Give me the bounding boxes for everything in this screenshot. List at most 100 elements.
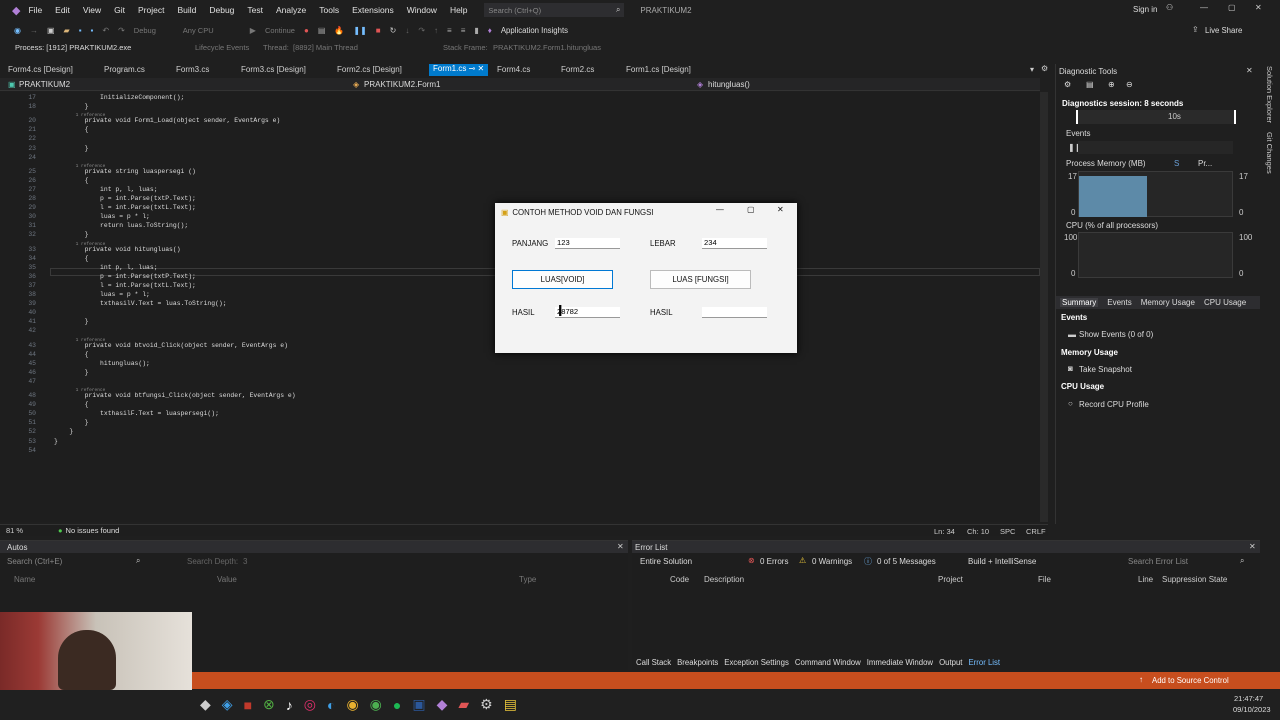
zoom-out-icon[interactable]: ⊖ [1126,80,1133,89]
record-cpu-link[interactable]: Record CPU Profile [1079,400,1149,409]
tab-cpu-usage[interactable]: CPU Usage [1204,298,1246,307]
live-share-icon[interactable]: ⇪ [1192,25,1199,34]
visual-studio-icon[interactable]: ◆ [437,696,448,713]
tab-events[interactable]: Events [1107,298,1131,307]
insights-button[interactable]: Application Insights [501,26,568,35]
menu-tools[interactable]: Tools [319,5,339,15]
tab-program[interactable]: Program.cs [104,65,145,74]
search-box[interactable]: Search (Ctrl+Q) ⌕ [484,3,625,17]
sign-in-link[interactable]: Sign in [1133,5,1157,14]
editor-scrollbar[interactable] [1040,92,1048,522]
tab-form1-design[interactable]: Form1.cs [Design] [626,65,691,74]
nav-project[interactable]: PRAKTIKUM2 [19,80,70,89]
chrome-icon[interactable]: ◉ [346,696,358,713]
luas-void-button[interactable]: LUAS[VOID] [512,270,613,289]
tab-immediate-window[interactable]: Immediate Window [867,658,933,667]
settings-icon[interactable]: ⚙ [1041,64,1048,73]
build-filter[interactable]: Build + IntelliSense [968,557,1036,566]
git-changes-tab[interactable]: Git Changes [1265,132,1274,174]
errors-filter[interactable]: 0 Errors [760,557,788,566]
chrome-2-icon[interactable]: ◉ [370,696,382,713]
tab-exception-settings[interactable]: Exception Settings [724,658,789,667]
stack-frame-select[interactable]: PRAKTIKUM2.Form1.hitungluas [493,43,601,52]
menu-analyze[interactable]: Analyze [276,5,306,15]
spotify-icon[interactable]: ● [393,697,401,713]
settings-taskbar-icon[interactable]: ⚙ [480,696,493,713]
tab-form2-design[interactable]: Form2.cs [Design] [337,65,402,74]
app-1-icon[interactable]: ◆ [200,696,211,713]
tab-summary[interactable]: Summary [1060,298,1099,307]
zoom-in-icon[interactable]: ⊕ [1108,80,1115,89]
menu-project[interactable]: Project [138,5,164,15]
new-item-icon[interactable]: ▣ [47,26,55,35]
continue-icon[interactable]: ▶ [250,26,256,35]
add-source-control[interactable]: Add to Source Control [1152,676,1229,685]
tab-form4[interactable]: Form4.cs [497,65,530,74]
instagram-icon[interactable]: ◎ [304,696,316,713]
undo-icon[interactable]: ↶ [102,26,109,35]
live-share-button[interactable]: Live Share [1205,26,1242,35]
open-icon[interactable]: ▰ [64,26,70,35]
solution-explorer-tab[interactable]: Solution Explorer [1265,66,1274,123]
config-select[interactable]: Debug [134,26,174,35]
tab-output[interactable]: Output [939,658,962,667]
save-all-icon[interactable]: ▪ [91,26,94,35]
edge-icon[interactable]: ◐ [327,697,335,713]
pin-icon[interactable]: ⊸ [469,64,476,73]
maximize-icon[interactable]: ▢ [1228,3,1236,12]
xbox-icon[interactable]: ⊗ [263,696,275,713]
menu-build[interactable]: Build [177,5,196,15]
menu-help[interactable]: Help [450,5,467,15]
vscode-icon[interactable]: ◈ [222,696,233,713]
forward-icon[interactable]: → [30,26,38,35]
menu-test[interactable]: Test [247,5,263,15]
scope-select[interactable]: Entire Solution [640,557,692,566]
nav-class[interactable]: PRAKTIKUM2.Form1 [364,80,440,89]
zoom-level[interactable]: 81 % [6,526,58,535]
bookmark-icon[interactable]: ▮ [474,26,478,35]
cpu-header[interactable]: CPU (% of all processors) [1066,221,1158,230]
close-icon[interactable]: ✕ [1255,3,1262,12]
app-13-icon[interactable]: ▰ [458,696,469,713]
tab-close-icon[interactable]: ✕ [478,64,485,73]
restart-icon[interactable]: ↻ [390,26,397,35]
attach-icon[interactable]: ▤ [318,26,326,35]
save-icon[interactable]: ▪ [79,26,82,35]
step-out-icon[interactable]: ↑ [434,26,438,35]
diag-settings-icon[interactable]: ⚙ [1064,80,1071,89]
tab-form3[interactable]: Form3.cs [176,65,209,74]
platform-select[interactable]: Any CPU [183,26,241,35]
running-app-icon[interactable]: ▤ [504,696,517,713]
tab-form3-design[interactable]: Form3.cs [Design] [241,65,306,74]
tab-form2[interactable]: Form2.cs [561,65,594,74]
step-into-icon[interactable]: ↓ [405,26,409,35]
back-icon[interactable]: ◉ [14,26,21,35]
menu-view[interactable]: View [83,5,101,15]
tab-memory-usage[interactable]: Memory Usage [1141,298,1195,307]
form-maximize-icon[interactable]: ▢ [747,205,754,214]
luas-fungsi-button[interactable]: LUAS [FUNGSI] [650,270,751,289]
word-icon[interactable]: ▣ [412,696,425,713]
whitespace-mode[interactable]: SPC [1000,527,1015,536]
hot-reload-icon[interactable]: 🔥 [334,26,344,35]
take-snapshot-link[interactable]: Take Snapshot [1079,365,1132,374]
redo-icon[interactable]: ↷ [118,26,125,35]
tab-command-window[interactable]: Command Window [795,658,861,667]
menu-git[interactable]: Git [114,5,125,15]
menu-debug[interactable]: Debug [209,5,234,15]
tab-error-list[interactable]: Error List [968,658,1000,667]
tab-breakpoints[interactable]: Breakpoints [677,658,718,667]
minimize-icon[interactable]: — [1200,3,1208,12]
search-depth-value[interactable]: 3 [243,557,247,566]
messages-filter[interactable]: 0 of 5 Messages [877,557,936,566]
debug-target-icon[interactable]: ● [304,26,309,35]
form-minimize-icon[interactable]: — [716,205,724,214]
lifecycle-events[interactable]: Lifecycle Events [195,43,263,52]
app-3-icon[interactable]: ■ [244,697,252,713]
thread-select[interactable]: [8892] Main Thread [293,43,443,52]
account-icon[interactable]: ⚇ [1166,3,1173,12]
continue-button[interactable]: Continue [265,26,295,35]
warnings-filter[interactable]: 0 Warnings [812,557,852,566]
tab-form4-design[interactable]: Form4.cs [Design] [8,65,73,74]
diag-close-icon[interactable]: ✕ [1246,66,1253,75]
